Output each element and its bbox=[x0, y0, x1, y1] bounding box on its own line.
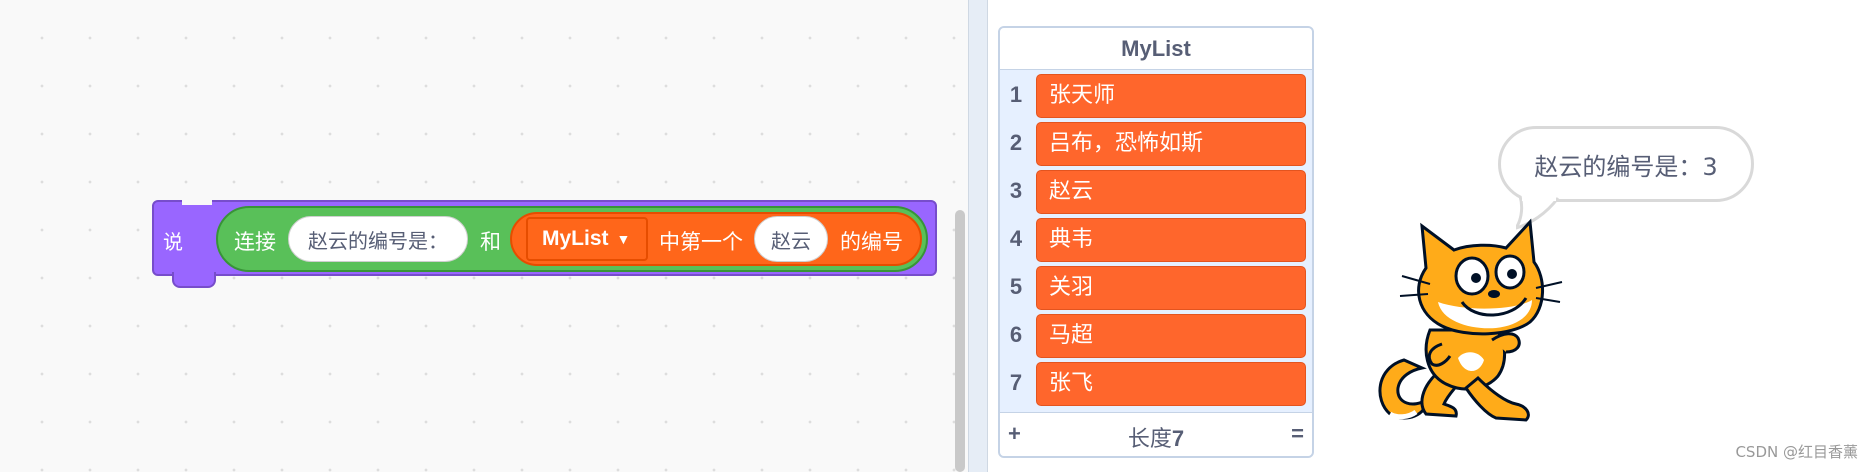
panel-divider bbox=[968, 0, 988, 472]
speech-bubble: 赵云的编号是：3 bbox=[1498, 126, 1754, 202]
chevron-down-icon: ▼ bbox=[616, 231, 631, 247]
list-monitor-title: MyList bbox=[1000, 28, 1312, 70]
say-label: 说 bbox=[163, 230, 183, 254]
list-item-value[interactable]: 马超 bbox=[1036, 314, 1306, 358]
list-length-value: 7 bbox=[1171, 426, 1185, 451]
say-block-notch bbox=[182, 197, 212, 205]
list-item-value[interactable]: 张飞 bbox=[1036, 362, 1306, 406]
list-item-index: 3 bbox=[1009, 178, 1023, 203]
list-dropdown[interactable]: MyList ▼ bbox=[526, 217, 648, 261]
list-item-index: 1 bbox=[1009, 82, 1023, 107]
list-length: 长度7 bbox=[1000, 421, 1312, 453]
join-label: 连接 bbox=[234, 230, 276, 254]
say-block-tab bbox=[172, 272, 216, 288]
list-item[interactable]: 6 马超 bbox=[1000, 312, 1312, 360]
list-item[interactable]: 3 赵云 bbox=[1000, 168, 1312, 216]
list-length-label: 长度 bbox=[1127, 427, 1172, 452]
list-item[interactable]: 4 典韦 bbox=[1000, 216, 1312, 264]
join-text-input[interactable]: 赵云的编号是： bbox=[288, 216, 468, 262]
list-item-index: 7 bbox=[1009, 370, 1023, 395]
scratch-cat-icon[interactable] bbox=[1366, 218, 1576, 428]
list-item-value[interactable]: 典韦 bbox=[1036, 218, 1306, 262]
resize-handle[interactable]: = bbox=[1291, 421, 1304, 447]
list-item-index: 6 bbox=[1009, 322, 1023, 347]
watermark: CSDN @红目香薰 bbox=[1735, 443, 1858, 461]
code-area-scrollbar[interactable] bbox=[955, 210, 965, 472]
list-item-value[interactable]: 张天师 bbox=[1036, 74, 1306, 118]
list-item-value[interactable]: 关羽 bbox=[1036, 266, 1306, 310]
list-monitor[interactable]: MyList 1 张天师 2 吕布，恐怖如斯 3 赵云 4 典韦 5 关羽 6 … bbox=[998, 26, 1314, 458]
list-item-index: 5 bbox=[1009, 274, 1023, 299]
list-dropdown-label: MyList bbox=[542, 227, 609, 250]
list-item-value[interactable]: 吕布，恐怖如斯 bbox=[1036, 122, 1306, 166]
list-item[interactable]: 1 张天师 bbox=[1000, 72, 1312, 120]
list-item[interactable]: 5 关羽 bbox=[1000, 264, 1312, 312]
and-label: 和 bbox=[480, 230, 501, 254]
list-monitor-footer: + 长度7 = bbox=[1000, 412, 1312, 456]
list-item[interactable]: 7 张飞 bbox=[1000, 360, 1312, 408]
list-item-index: 2 bbox=[1009, 130, 1023, 155]
index-label: 的编号 bbox=[840, 230, 903, 254]
list-item-index: 4 bbox=[1009, 226, 1023, 251]
item-text-input[interactable]: 赵云 bbox=[754, 216, 828, 262]
item-of-label: 中第一个 bbox=[659, 230, 743, 254]
list-item[interactable]: 2 吕布，恐怖如斯 bbox=[1000, 120, 1312, 168]
list-item-value[interactable]: 赵云 bbox=[1036, 170, 1306, 214]
